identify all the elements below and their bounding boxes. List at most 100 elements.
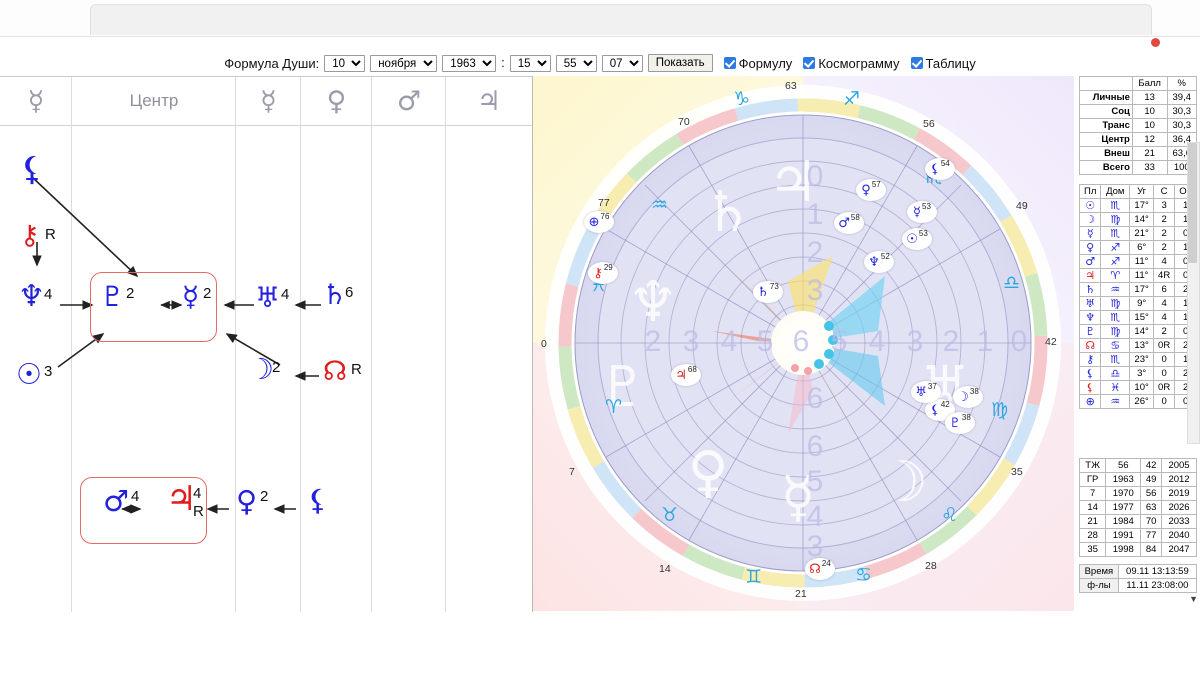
cell-angle: 23° <box>1129 352 1155 367</box>
year-cell: 70 <box>1140 514 1163 529</box>
wheel-marker-moon[interactable]: ☽ 38 <box>953 386 983 408</box>
marker-degree: 53 <box>918 229 928 238</box>
year-cell: 1991 <box>1105 528 1142 543</box>
wheel-marker-pluto[interactable]: ♇ 38 <box>945 412 975 434</box>
neptune-icon: ♆ <box>868 254 880 270</box>
checkbox-table[interactable]: Таблицу <box>910 55 976 71</box>
checkbox-cosmogram[interactable]: Космограмму <box>803 56 900 71</box>
marker-degree: 58 <box>850 213 860 222</box>
marker-degree: 53 <box>922 202 931 211</box>
score-value: 33 <box>1131 160 1168 175</box>
wheel-label: 63 <box>785 80 797 92</box>
venus-icon: ♀ <box>861 182 871 198</box>
wheel-marker-mars[interactable]: ♂ 58 <box>834 212 864 234</box>
formula-node-uranus-sup: 4 <box>281 286 290 303</box>
year-cell: ГР <box>1078 472 1107 487</box>
wheel-marker-jupiter[interactable]: ♃ 68 <box>671 364 701 386</box>
zodiac-gemini-icon: ♊ <box>745 566 763 588</box>
wheel-marker-sun[interactable]: ☉ 53 <box>902 228 932 250</box>
formula-node-moon: ☽ <box>248 352 274 386</box>
checkbox-table-label: Таблицу <box>925 55 976 71</box>
pluto-icon: ♇ <box>949 415 961 431</box>
table-row: ♅ ♍ 9° 4 1 <box>1078 296 1197 311</box>
wheel-marker-neptune[interactable]: ♆ 52 <box>864 251 894 273</box>
checkbox-formula[interactable]: Формулу <box>723 55 793 71</box>
cell-planet-glyph: ☉ <box>1078 198 1102 213</box>
wheel-marker-saturn[interactable]: ♄ 73 <box>753 281 783 303</box>
score-row-label: Личные <box>1079 90 1133 105</box>
cell-house-glyph: ♒ <box>1100 394 1131 409</box>
checkbox-icon[interactable] <box>910 57 923 69</box>
cosmogram-wheel[interactable]: ♄ ♃ ♆ ♀ ☿ ☽ ♅ ♇ 23 45 6 54 32 10 01 23 6… <box>533 76 1074 611</box>
wheel-marker-node[interactable]: ☊ 24 <box>805 558 835 580</box>
month-select[interactable]: ноября <box>370 54 438 72</box>
checkbox-icon[interactable] <box>723 57 736 69</box>
zodiac-taurus-icon: ♉ <box>661 504 679 526</box>
score-value: 10 <box>1131 104 1168 119</box>
cell-angle: 14° <box>1129 324 1155 339</box>
cell-planet-glyph: ♂ <box>1078 254 1102 269</box>
cell-c: 4R <box>1153 268 1176 283</box>
marker-degree: 38 <box>969 387 979 396</box>
table-row: Центр 12 36,4 <box>1079 132 1197 147</box>
cell-planet-glyph: ⚸ <box>1078 366 1102 381</box>
toolbar-label: Формула Души: <box>224 55 320 71</box>
hour-select[interactable]: 15 <box>509 54 551 72</box>
data-tables-panel: Балл % Личные 13 39,4 Соц 10 30,3 Транс 10 30,3 Ц… <box>1076 70 1200 615</box>
day-select[interactable]: 10 <box>324 54 366 72</box>
wheel-marker-earth[interactable]: ⊕ 76 <box>584 211 614 233</box>
marker-degree: 38 <box>961 413 971 422</box>
wheel-label: 42 <box>1045 336 1057 348</box>
wheel-label: 14 <box>659 563 671 575</box>
formula-node-jupiter-sup2: R <box>193 503 204 520</box>
chevron-down-icon[interactable]: ▼ <box>1189 594 1198 604</box>
second-select[interactable]: 07 <box>601 54 643 72</box>
cell-angle: 10° <box>1129 380 1155 395</box>
cell-house-glyph: ♎ <box>1100 366 1131 381</box>
browser-chrome-strip <box>0 0 1200 37</box>
svg-text:3: 3 <box>907 325 924 358</box>
year-cell: 63 <box>1140 500 1163 515</box>
year-cell: 1970 <box>1105 486 1142 501</box>
formula-node-mercury-sup: 2 <box>203 285 212 302</box>
wheel-marker-lilith[interactable]: ⚸ 54 <box>925 158 955 180</box>
vertical-scrollbar[interactable] <box>1187 142 1200 444</box>
wheel-marker-chiron[interactable]: ⚷ 29 <box>588 262 618 284</box>
cell-planet-glyph: ☊ <box>1078 338 1102 353</box>
browser-tab[interactable] <box>90 4 1152 35</box>
marker-degree: 57 <box>871 180 881 189</box>
table-row: 14 1977 63 2026 <box>1078 500 1197 515</box>
cell-angle: 11° <box>1129 268 1155 283</box>
table-row: 21 1984 70 2033 <box>1078 514 1197 529</box>
wheel-marker-uranus[interactable]: ♅ 37 <box>911 381 941 403</box>
minute-select[interactable]: 55 <box>555 54 597 72</box>
score-value: 10 <box>1131 118 1168 133</box>
year-select[interactable]: 1963 <box>442 54 497 72</box>
year-cell: 1998 <box>1105 542 1142 557</box>
mars-icon: ♂ <box>838 215 850 231</box>
year-cell: 2040 <box>1161 528 1197 543</box>
lilith-icon: ⚸ <box>930 161 940 177</box>
formula-node-pluto-sup: 2 <box>126 285 135 302</box>
checkbox-icon[interactable] <box>803 57 816 69</box>
show-button[interactable]: Показать <box>647 54 713 72</box>
cell-house-glyph: ♐ <box>1100 254 1131 269</box>
zodiac-sagittarius-icon: ♐ <box>843 88 861 110</box>
cell-c: 2 <box>1153 324 1176 339</box>
cell-planet-glyph: ⊕ <box>1078 394 1102 409</box>
marker-degree: 24 <box>821 559 831 568</box>
wheel-marker-venus[interactable]: ♀ 57 <box>856 179 886 201</box>
table-row: ♂ ♐ 11° 4 0 <box>1078 254 1197 269</box>
cosmogram-panel: ♄ ♃ ♆ ♀ ☿ ☽ ♅ ♇ 23 45 6 54 32 10 01 23 6… <box>533 76 1074 611</box>
cell-planet-glyph: ♆ <box>1078 310 1102 325</box>
year-cell: 2012 <box>1161 472 1197 487</box>
wheel-label: 21 <box>795 588 807 600</box>
year-cell: 1977 <box>1105 500 1142 515</box>
scrollbar-thumb[interactable] <box>1188 143 1197 263</box>
wheel-marker-mercury[interactable]: ☿ 53 <box>907 201 937 223</box>
checkbox-formula-label: Формулу <box>738 55 793 71</box>
svg-text:3: 3 <box>683 325 700 358</box>
marker-degree: 52 <box>880 252 890 261</box>
formula-node-saturn-sup: 6 <box>345 284 354 301</box>
wheel-label: 7 <box>569 466 575 478</box>
